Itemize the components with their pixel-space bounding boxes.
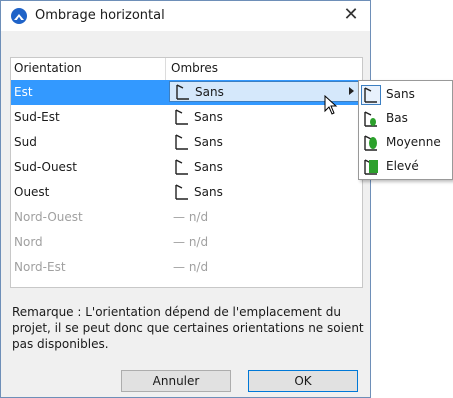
table-row[interactable]: Est Sans [11,80,362,105]
orientation-cell: Sud-Est [14,110,60,124]
submenu-item-sans[interactable]: Sans [359,83,452,107]
note-text: Remarque : L'orientation dépend de l'emp… [12,305,364,351]
submenu-item-label: Moyenne [386,135,441,149]
shade-none-icon [175,184,188,200]
shade-value: Sans [194,135,223,149]
orientation-cell: Nord-Ouest [14,210,83,224]
table-row[interactable]: Sud-Est Sans [11,105,362,130]
dialog-title: Ombrage horizontal [35,8,165,23]
submenu-item-eleve[interactable]: Elevé [359,155,452,179]
shade-low-icon [364,111,377,127]
shade-value: — n/d [173,260,209,274]
shade-none-icon [176,84,189,100]
shade-medium-icon [364,135,377,151]
shade-submenu: Sans Bas Moyenne Elevé [358,80,453,180]
header-orientation: Orientation [14,61,82,75]
table-row[interactable]: Sud Sans [11,130,362,155]
app-logo-icon [11,8,27,24]
table-row: Nord-Est — n/d [11,255,362,280]
submenu-item-label: Bas [386,111,408,125]
orientation-cell: Ouest [14,185,50,199]
title-bar: Ombrage horizontal ✕ [1,1,370,31]
header-ombres: Ombres [171,61,219,75]
shade-value: — n/d [173,210,209,224]
submenu-item-bas[interactable]: Bas [359,107,452,131]
shade-none-icon [361,85,381,105]
ok-button[interactable]: OK [248,370,358,392]
orientation-cell: Nord-Est [14,260,66,274]
table-row: Nord-Ouest — n/d [11,205,362,230]
orientation-cell: Est [14,85,33,99]
shade-value: Sans [195,85,224,99]
column-divider[interactable] [165,58,166,80]
mouse-cursor-icon [324,95,338,115]
table-row[interactable]: Ouest Sans [11,180,362,205]
shade-value: — n/d [173,235,209,249]
shade-high-icon [364,159,378,175]
orientation-cell: Sud-Ouest [14,160,77,174]
shade-none-icon [175,134,188,150]
shade-none-icon [175,159,188,175]
shading-dialog: Ombrage horizontal ✕ Orientation Ombres … [0,0,371,398]
orientation-table: Orientation Ombres Est Sans Sud-Est Sans… [10,57,363,288]
table-header: Orientation Ombres [11,58,362,81]
shade-value: Sans [194,110,223,124]
orientation-cell: Sud [14,135,37,149]
chevron-right-icon [349,87,354,95]
submenu-item-label: Sans [386,87,415,101]
submenu-item-moyenne[interactable]: Moyenne [359,131,452,155]
orientation-cell: Nord [14,235,43,249]
close-icon[interactable]: ✕ [340,4,362,26]
table-row: Nord — n/d [11,230,362,255]
shade-none-icon [175,109,188,125]
shade-value: Sans [194,185,223,199]
table-row[interactable]: Sud-Ouest Sans [11,155,362,180]
shade-value: Sans [194,160,223,174]
cancel-button[interactable]: Annuler [121,370,231,392]
submenu-item-label: Elevé [386,159,419,173]
